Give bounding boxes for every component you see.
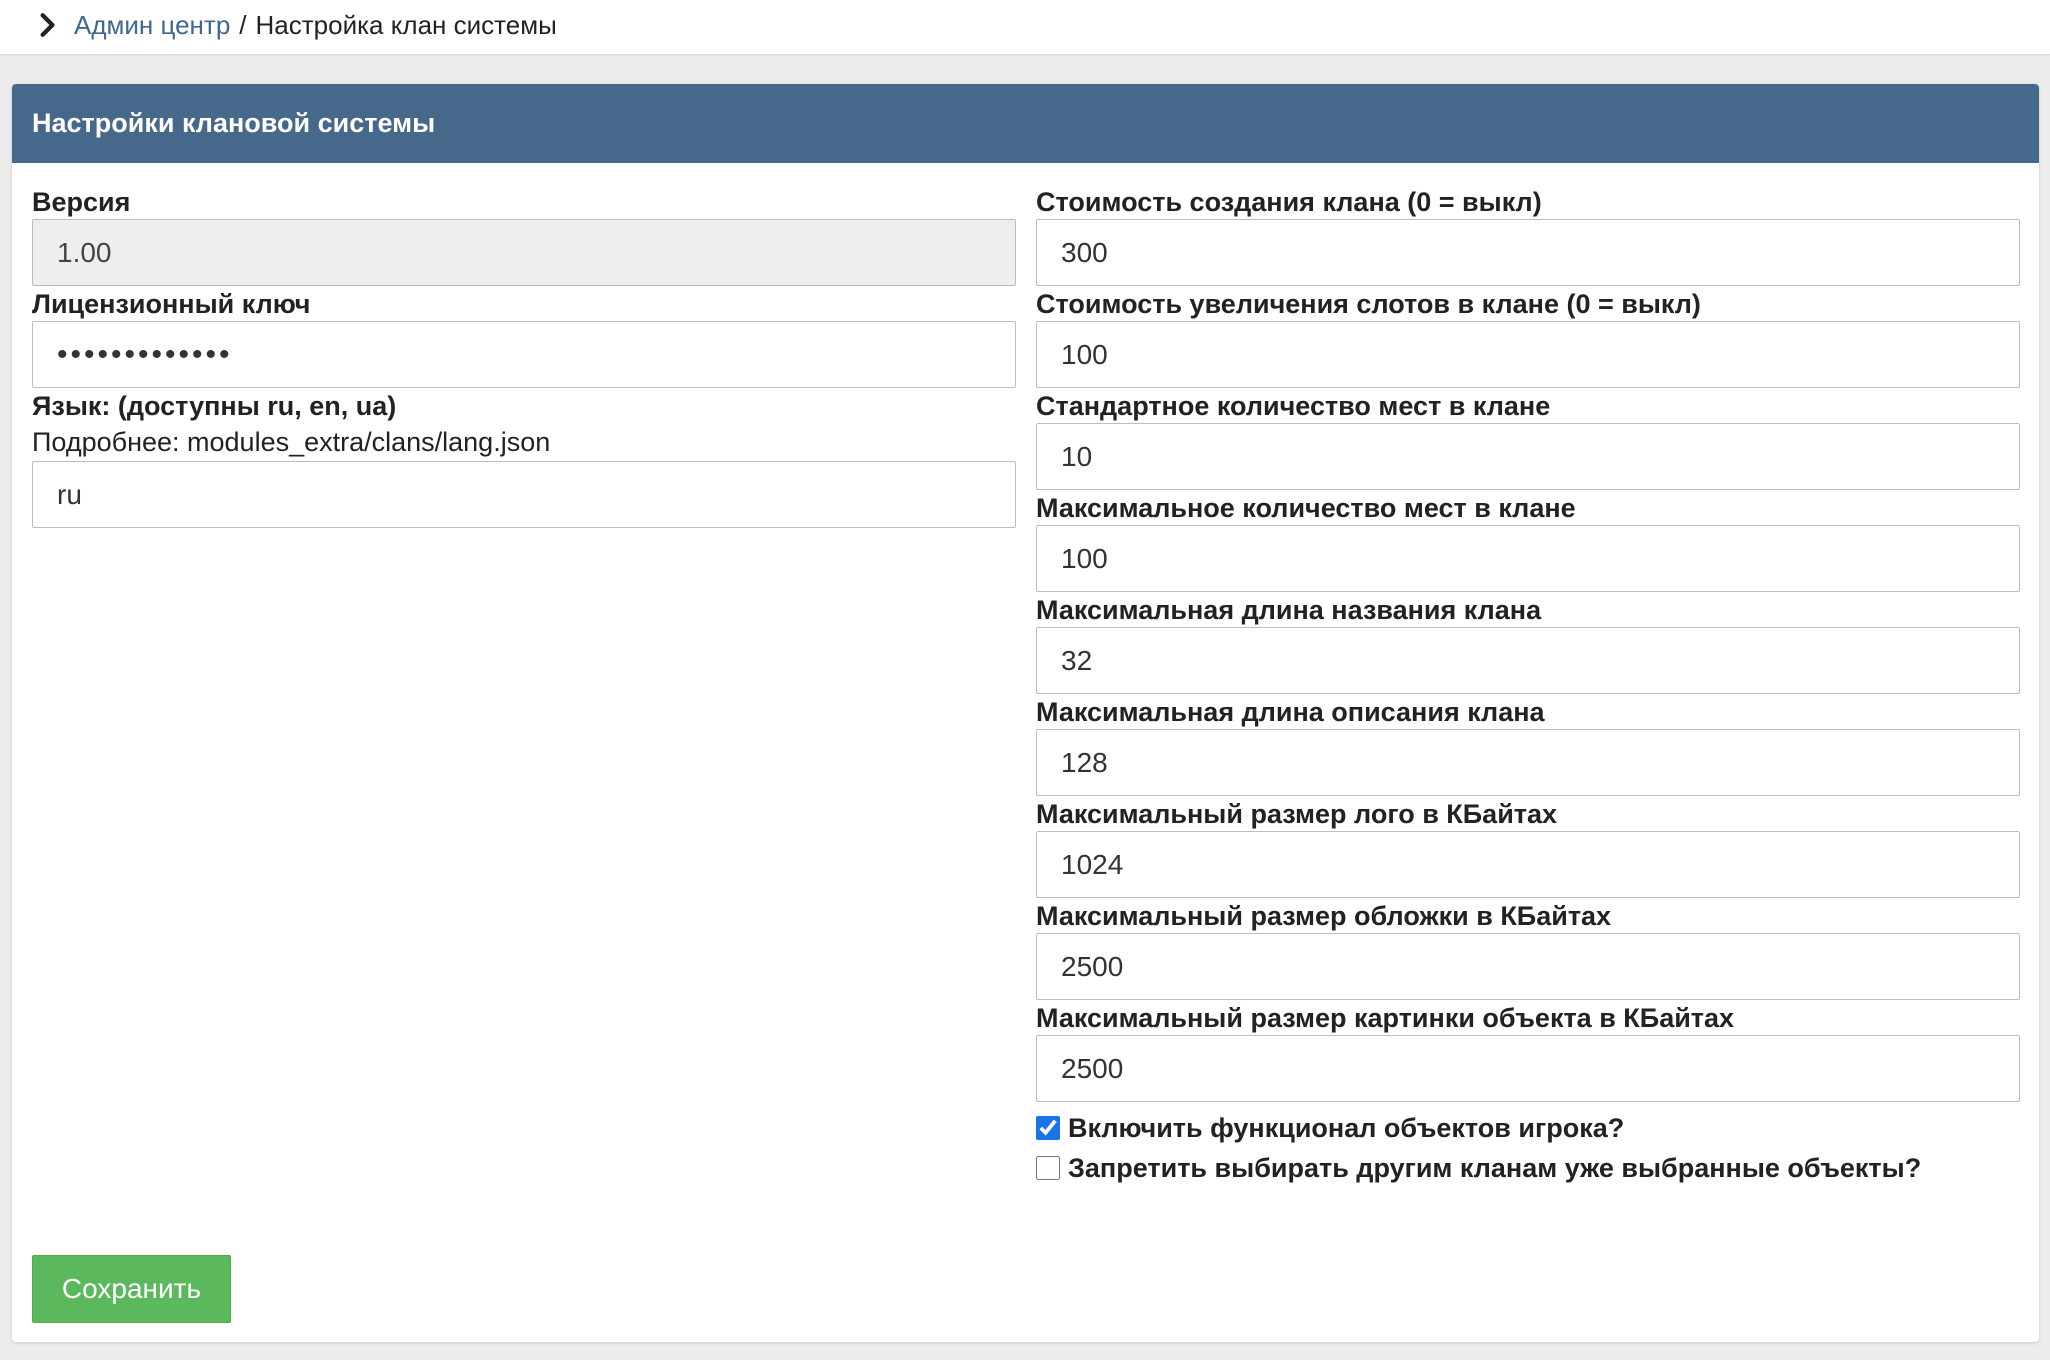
license-group: Лицензионный ключ: [32, 287, 1016, 388]
max-description-length-label: Максимальная длина описания клана: [1036, 697, 1545, 727]
slot-increase-cost-label: Стоимость увеличения слотов в клане (0 =…: [1036, 289, 1701, 319]
max-name-length-field[interactable]: [1036, 627, 2020, 694]
default-slots-field[interactable]: [1036, 423, 2020, 490]
clan-create-cost-field[interactable]: [1036, 219, 2020, 286]
breadcrumb-separator: /: [239, 9, 247, 40]
version-label: Версия: [32, 187, 131, 217]
top-bar: Админ центр / Настройка клан системы: [0, 0, 2050, 55]
max-logo-size-field[interactable]: [1036, 831, 2020, 898]
enable-player-objects-checkbox[interactable]: [1036, 1116, 1060, 1140]
breadcrumb: Админ центр / Настройка клан системы: [34, 8, 557, 42]
options-checkboxes: Включить функционал объектов игрока? Зап…: [1036, 1108, 2020, 1188]
license-key-field[interactable]: [32, 321, 1016, 388]
breadcrumb-current: Настройка клан системы: [255, 9, 557, 40]
version-field[interactable]: [32, 219, 1016, 286]
max-slots-label: Максимальное количество мест в клане: [1036, 493, 1576, 523]
slot-increase-cost-group: Стоимость увеличения слотов в клане (0 =…: [1036, 287, 2020, 388]
license-label: Лицензионный ключ: [32, 289, 311, 319]
language-hint: Подробнее: modules_extra/clans/lang.json: [32, 427, 551, 457]
clan-create-cost-group: Стоимость создания клана (0 = выкл): [1036, 185, 2020, 286]
default-slots-label: Стандартное количество мест в клане: [1036, 391, 1551, 421]
max-cover-size-group: Максимальный размер обложки в КБайтах: [1036, 899, 2020, 1000]
save-button[interactable]: Сохранить: [32, 1255, 231, 1323]
version-group: Версия: [32, 185, 1016, 286]
max-name-length-group: Максимальная длина названия клана: [1036, 593, 2020, 694]
breadcrumb-admin-link[interactable]: Админ центр: [74, 10, 230, 41]
max-cover-size-field[interactable]: [1036, 933, 2020, 1000]
max-logo-size-group: Максимальный размер лого в КБайтах: [1036, 797, 2020, 898]
language-group: Язык: (доступны ru, en, ua) Подробнее: m…: [32, 389, 1016, 528]
panel-title: Настройки клановой системы: [32, 108, 436, 138]
clan-create-cost-label: Стоимость создания клана (0 = выкл): [1036, 187, 1542, 217]
max-object-image-size-field[interactable]: [1036, 1035, 2020, 1102]
max-logo-size-label: Максимальный размер лого в КБайтах: [1036, 799, 1558, 829]
max-object-image-size-group: Максимальный размер картинки объекта в К…: [1036, 1001, 2020, 1102]
chevron-right-icon: [40, 13, 55, 37]
max-name-length-label: Максимальная длина названия клана: [1036, 595, 1542, 625]
language-field[interactable]: [32, 461, 1016, 528]
language-label: Язык: (доступны ru, en, ua): [32, 391, 397, 421]
forbid-selected-objects-option[interactable]: Запретить выбирать другим кланам уже выб…: [1036, 1148, 2020, 1188]
enable-player-objects-option[interactable]: Включить функционал объектов игрока?: [1036, 1108, 2020, 1148]
max-cover-size-label: Максимальный размер обложки в КБайтах: [1036, 901, 1612, 931]
max-description-length-group: Максимальная длина описания клана: [1036, 695, 2020, 796]
max-object-image-size-label: Максимальный размер картинки объекта в К…: [1036, 1003, 1735, 1033]
panel-header: Настройки клановой системы: [12, 84, 2039, 163]
max-description-length-field[interactable]: [1036, 729, 2020, 796]
forbid-selected-objects-checkbox[interactable]: [1036, 1156, 1060, 1180]
enable-player-objects-label: Включить функционал объектов игрока?: [1068, 1112, 1625, 1143]
max-slots-field[interactable]: [1036, 525, 2020, 592]
slot-increase-cost-field[interactable]: [1036, 321, 2020, 388]
left-column: Версия Лицензионный ключ Язык: (доступны…: [32, 185, 1016, 529]
max-slots-group: Максимальное количество мест в клане: [1036, 491, 2020, 592]
default-slots-group: Стандартное количество мест в клане: [1036, 389, 2020, 490]
forbid-selected-objects-label: Запретить выбирать другим кланам уже выб…: [1068, 1152, 1922, 1183]
settings-panel: Настройки клановой системы Версия Лиценз…: [12, 84, 2039, 1342]
right-column: Стоимость создания клана (0 = выкл) Стои…: [1036, 185, 2020, 1188]
